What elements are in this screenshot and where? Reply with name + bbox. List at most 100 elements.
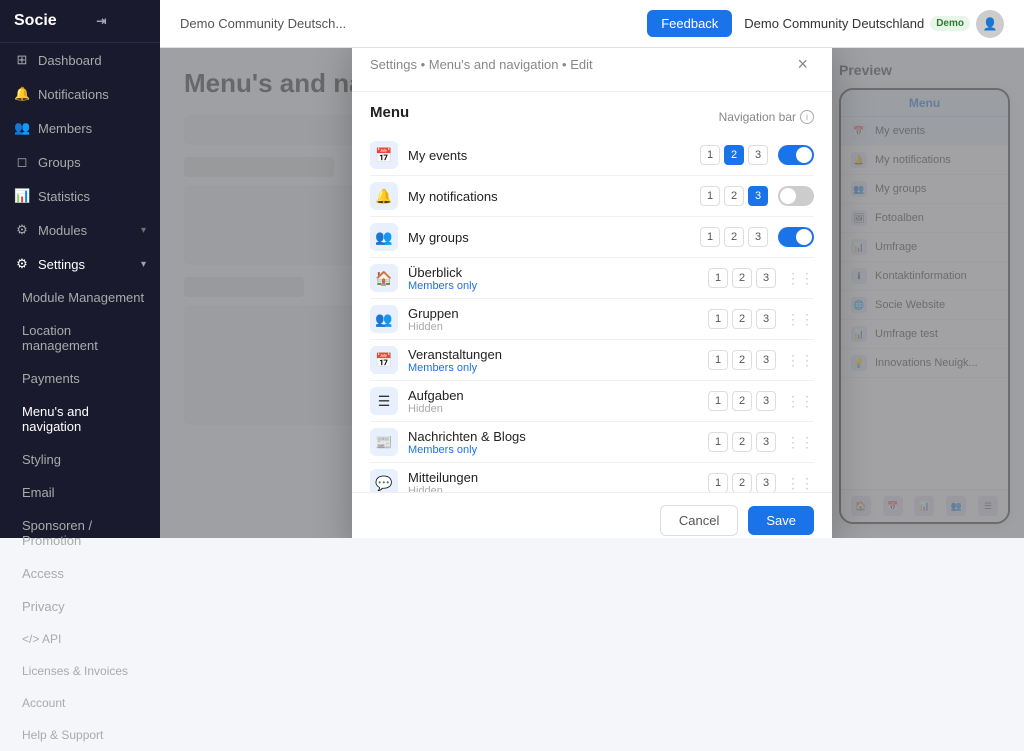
num-btn-1-mitteilungen[interactable]: 1 (708, 473, 728, 492)
save-button[interactable]: Save (748, 506, 814, 535)
menu-item-name-my-groups: My groups (408, 230, 700, 245)
menu-item-name-my-events: My events (408, 148, 700, 163)
menu-item-row-aufgaben: ☰ Aufgaben Hidden 1 2 3 ⋮⋮ (370, 381, 814, 422)
modal-breadcrumb: Settings • Menu's and navigation • Edit (370, 57, 791, 72)
collapse-icon[interactable]: ⇥ (96, 14, 106, 28)
sidebar-item-payments[interactable]: Payments (0, 362, 160, 395)
sidebar-label-sponsors: Sponsoren / Promotion (22, 518, 146, 548)
sidebar-item-licenses[interactable]: Licenses & Invoices (0, 655, 160, 687)
toggle-my-groups[interactable] (778, 227, 814, 247)
nav-numbers-ueberblick: 1 2 3 (708, 268, 776, 288)
nav-numbers-mitteilungen: 1 2 3 (708, 473, 776, 492)
num-btn-3-my-groups[interactable]: 3 (748, 227, 768, 247)
num-btn-2-ueberblick[interactable]: 2 (732, 268, 752, 288)
nav-bar-label: Navigation bar i (719, 110, 814, 124)
sidebar-item-module-mgmt[interactable]: Module Management (0, 281, 160, 314)
menu-item-sub-veranstaltungen: Members only (408, 362, 708, 374)
drag-handle-nachrichten[interactable]: ⋮⋮ (786, 434, 814, 451)
menu-item-name-my-notifications: My notifications (408, 189, 700, 204)
cancel-button[interactable]: Cancel (660, 505, 738, 536)
nav-bar-text: Navigation bar (719, 110, 796, 124)
sidebar-item-access[interactable]: Access (0, 557, 160, 590)
num-btn-2-my-events[interactable]: 2 (724, 145, 744, 165)
num-btn-1-veranstaltungen[interactable]: 1 (708, 350, 728, 370)
sidebar-item-settings[interactable]: ⚙ Settings ▾ (0, 247, 160, 281)
sidebar-item-api[interactable]: </> API (0, 623, 160, 655)
menu-item-icon-ueberblick: 🏠 (370, 264, 398, 292)
community-badge: Demo Community Deutschland Demo 👤 (744, 10, 1004, 38)
menu-item-icon-aufgaben: ☰ (370, 387, 398, 415)
nav-numbers-my-groups: 1 2 3 (700, 227, 768, 247)
num-btn-1-my-events[interactable]: 1 (700, 145, 720, 165)
menu-item-sub-nachrichten: Members only (408, 444, 708, 456)
drag-handle-aufgaben[interactable]: ⋮⋮ (786, 393, 814, 410)
num-btn-2-veranstaltungen[interactable]: 2 (732, 350, 752, 370)
app-name: Socie (14, 12, 57, 30)
drag-handle-gruppen[interactable]: ⋮⋮ (786, 311, 814, 328)
sidebar-item-account[interactable]: Account (0, 687, 160, 719)
drag-handle-veranstaltungen[interactable]: ⋮⋮ (786, 352, 814, 369)
sidebar-label-settings: Settings (38, 257, 85, 272)
num-btn-1-gruppen[interactable]: 1 (708, 309, 728, 329)
modules-icon: ⚙ (14, 222, 30, 238)
num-btn-1-ueberblick[interactable]: 1 (708, 268, 728, 288)
num-btn-1-my-groups[interactable]: 1 (700, 227, 720, 247)
num-btn-1-aufgaben[interactable]: 1 (708, 391, 728, 411)
sidebar-item-styling[interactable]: Styling (0, 443, 160, 476)
sidebar-label-help: Help & Support (22, 728, 103, 742)
feedback-button[interactable]: Feedback (647, 10, 732, 37)
sidebar-item-groups[interactable]: ◻ Groups (0, 145, 160, 179)
sidebar-item-email[interactable]: Email (0, 476, 160, 509)
sidebar-label-notifications: Notifications (38, 87, 109, 102)
num-btn-2-my-notifications[interactable]: 2 (724, 186, 744, 206)
menu-item-sub-mitteilungen: Hidden (408, 485, 708, 493)
modal: Settings • Menu's and navigation • Edit … (352, 48, 832, 538)
num-btn-3-mitteilungen[interactable]: 3 (756, 473, 776, 492)
num-btn-3-gruppen[interactable]: 3 (756, 309, 776, 329)
num-btn-2-mitteilungen[interactable]: 2 (732, 473, 752, 492)
num-btn-3-my-notifications[interactable]: 3 (748, 186, 768, 206)
num-btn-3-ueberblick[interactable]: 3 (756, 268, 776, 288)
sidebar-item-menus[interactable]: Menu's and navigation (0, 395, 160, 443)
sidebar-item-privacy[interactable]: Privacy (0, 590, 160, 623)
sidebar-label-access: Access (22, 566, 64, 581)
sidebar-item-notifications[interactable]: 🔔 Notifications (0, 77, 160, 111)
num-btn-3-aufgaben[interactable]: 3 (756, 391, 776, 411)
menu-item-info-my-groups: My groups (408, 230, 700, 245)
num-btn-2-nachrichten[interactable]: 2 (732, 432, 752, 452)
sidebar-label-api: </> API (22, 632, 61, 646)
num-btn-3-veranstaltungen[interactable]: 3 (756, 350, 776, 370)
num-btn-1-my-notifications[interactable]: 1 (700, 186, 720, 206)
menu-item-icon-my-groups: 👥 (370, 223, 398, 251)
num-btn-1-nachrichten[interactable]: 1 (708, 432, 728, 452)
drag-handle-ueberblick[interactable]: ⋮⋮ (786, 270, 814, 287)
menu-item-info-mitteilungen: Mitteilungen Hidden (408, 470, 708, 493)
modal-body[interactable]: Menu Navigation bar i 📅 My events (352, 92, 832, 492)
sidebar-item-members[interactable]: 👥 Members (0, 111, 160, 145)
menu-item-info-veranstaltungen: Veranstaltungen Members only (408, 347, 708, 374)
sidebar-item-sponsors[interactable]: Sponsoren / Promotion (0, 509, 160, 557)
sidebar: Socie ⇥ ⊞ Dashboard 🔔 Notifications 👥 Me… (0, 0, 160, 538)
dashboard-icon: ⊞ (14, 52, 30, 68)
num-btn-3-nachrichten[interactable]: 3 (756, 432, 776, 452)
num-btn-2-gruppen[interactable]: 2 (732, 309, 752, 329)
sidebar-item-location-mgmt[interactable]: Location management (0, 314, 160, 362)
toggle-my-events[interactable] (778, 145, 814, 165)
num-btn-3-my-events[interactable]: 3 (748, 145, 768, 165)
menu-item-icon-gruppen: 👥 (370, 305, 398, 333)
sidebar-label-privacy: Privacy (22, 599, 65, 614)
statistics-icon: 📊 (14, 188, 30, 204)
sidebar-label-payments: Payments (22, 371, 80, 386)
settings-chevron-icon: ▾ (141, 259, 146, 270)
toggle-my-notifications[interactable] (778, 186, 814, 206)
sidebar-item-modules[interactable]: ⚙ Modules ▾ (0, 213, 160, 247)
sidebar-item-dashboard[interactable]: ⊞ Dashboard (0, 43, 160, 77)
drag-handle-mitteilungen[interactable]: ⋮⋮ (786, 475, 814, 492)
num-btn-2-aufgaben[interactable]: 2 (732, 391, 752, 411)
sidebar-item-help[interactable]: Help & Support (0, 719, 160, 751)
sidebar-item-statistics[interactable]: 📊 Statistics (0, 179, 160, 213)
modal-close-button[interactable]: × (791, 52, 814, 77)
menu-item-row-gruppen: 👥 Gruppen Hidden 1 2 3 ⋮⋮ (370, 299, 814, 340)
num-btn-2-my-groups[interactable]: 2 (724, 227, 744, 247)
menu-item-name-ueberblick: Überblick (408, 265, 708, 280)
